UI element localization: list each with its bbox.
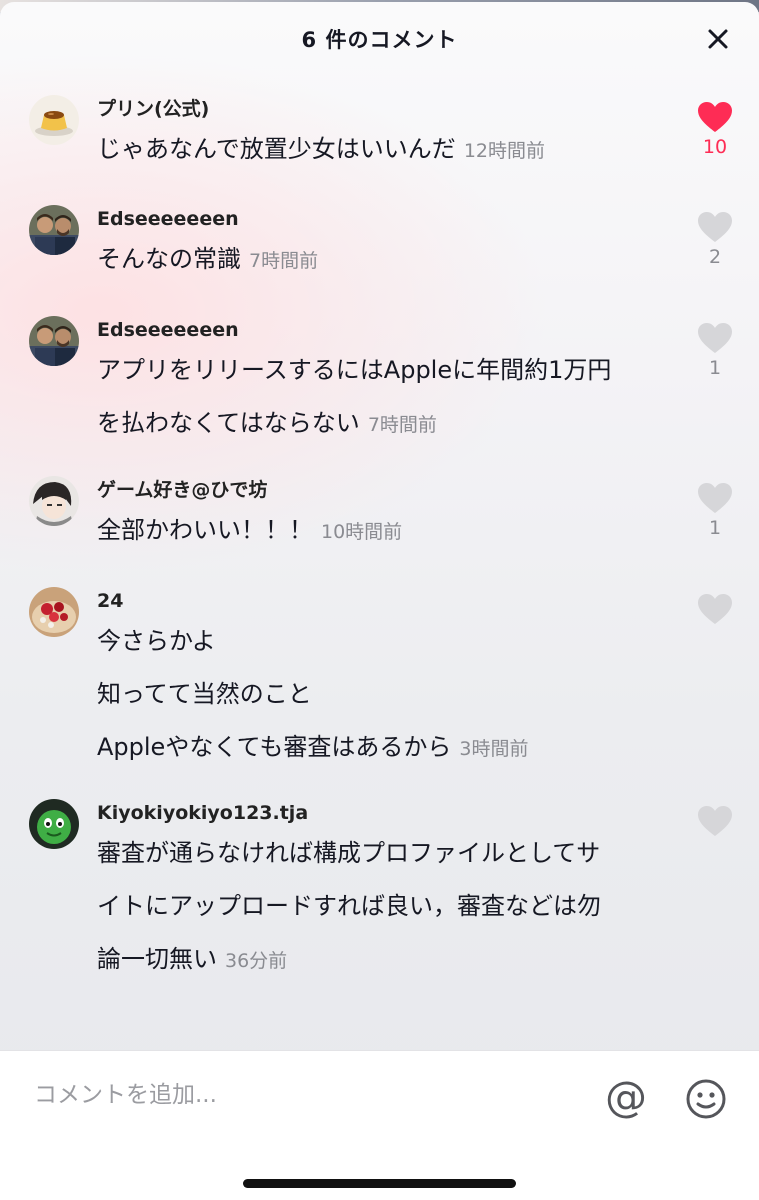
avatar-anime[interactable] xyxy=(29,476,79,526)
home-indicator[interactable] xyxy=(243,1179,516,1188)
close-button[interactable] xyxy=(703,24,733,54)
comment-time: 7時間前 xyxy=(249,250,319,272)
like-button[interactable] xyxy=(693,593,737,628)
close-icon xyxy=(708,29,728,49)
comments-count-title: 6 件のコメント xyxy=(301,28,458,52)
comment-text: 今さらかよ 知ってて当然のこと Appleやなくても審査はあるから 3時間前 xyxy=(97,615,677,776)
smiley-face-icon xyxy=(686,1079,726,1119)
avatar-two-men[interactable] xyxy=(29,316,79,366)
comments-header: 6 件のコメント xyxy=(0,2,759,76)
comment-line: 論一切無い 36分前 xyxy=(97,945,288,973)
avatar-dessert[interactable] xyxy=(29,587,79,637)
avatar-pudding[interactable] xyxy=(29,95,79,145)
comment-username[interactable]: Edseeeeeeen xyxy=(97,316,677,344)
anime-character-avatar-icon xyxy=(29,476,79,526)
like-button[interactable] xyxy=(693,805,737,840)
comments-sheet: 6 件のコメント プリン(公式) じゃあなんで放置少女はいいんだ 12時間前 1… xyxy=(0,2,759,1200)
like-count: 1 xyxy=(708,357,722,379)
heart-outline-icon xyxy=(698,212,732,242)
two-men-avatar-icon xyxy=(29,316,79,366)
comment-time: 10時間前 xyxy=(321,521,403,543)
avatar-green-character[interactable] xyxy=(29,799,79,849)
comment-line: 知ってて当然のこと xyxy=(97,680,312,708)
pudding-avatar-icon xyxy=(29,95,79,145)
like-button[interactable]: 10 xyxy=(693,101,737,158)
dessert-avatar-icon xyxy=(29,587,79,637)
comment-input-bar: @ xyxy=(0,1050,759,1200)
heart-filled-icon xyxy=(698,102,732,132)
comment-username[interactable]: 24 xyxy=(97,587,677,615)
like-count: 10 xyxy=(702,136,728,158)
comment-time: 3時間前 xyxy=(459,738,529,760)
comment-line: アプリをリリースするにはAppleに年間約1万円 xyxy=(97,356,612,384)
comment-line: 今さらかよ xyxy=(97,627,216,655)
comment-time: 7時間前 xyxy=(367,414,437,436)
comment-text: アプリをリリースするにはAppleに年間約1万円 を払わなくてはならない 7時間前 xyxy=(97,344,677,452)
green-character-avatar-icon xyxy=(29,799,79,849)
at-mention-icon: @ xyxy=(605,1072,647,1121)
comment-username[interactable]: ゲーム好き@ひで坊 xyxy=(97,476,677,504)
like-button[interactable]: 1 xyxy=(693,322,737,379)
emoji-button[interactable] xyxy=(684,1077,728,1121)
comment-line: 審査が通らなければ構成プロファイルとしてサ xyxy=(97,839,601,867)
comment-text: 審査が通らなければ構成プロファイルとしてサ イトにアップロードすれば良い，審査な… xyxy=(97,827,677,988)
comment-time: 12時間前 xyxy=(463,140,545,162)
heart-outline-icon xyxy=(698,483,732,513)
comment-line: 全部かわいい！！！ 10時間前 xyxy=(97,516,403,544)
like-button[interactable]: 1 xyxy=(693,482,737,539)
comment-line: そんなの常識 7時間前 xyxy=(97,245,319,273)
heart-outline-icon xyxy=(698,594,732,624)
comment-text: そんなの常識 7時間前 xyxy=(97,233,677,288)
comment-username[interactable]: Edseeeeeeen xyxy=(97,205,677,233)
comment-text: 全部かわいい！！！ 10時間前 xyxy=(97,504,677,559)
comment-line: じゃあなんで放置少女はいいんだ 12時間前 xyxy=(97,135,545,163)
comment-line: Appleやなくても審査はあるから 3時間前 xyxy=(97,733,529,761)
two-men-avatar-icon xyxy=(29,205,79,255)
avatar-two-men[interactable] xyxy=(29,205,79,255)
like-button[interactable]: 2 xyxy=(693,211,737,268)
comment-username[interactable]: プリン(公式) xyxy=(97,95,677,123)
mention-button[interactable]: @ xyxy=(602,1073,650,1121)
add-comment-input[interactable] xyxy=(34,1077,554,1113)
comment-line: イトにアップロードすれば良い，審査などは勿 xyxy=(97,892,601,920)
comment-line: を払わなくてはならない 7時間前 xyxy=(97,409,437,437)
heart-outline-icon xyxy=(698,806,732,836)
comment-text: じゃあなんで放置少女はいいんだ 12時間前 xyxy=(97,123,677,178)
comment-username[interactable]: Kiyokiyokiyo123.tja xyxy=(97,799,677,827)
like-count: 2 xyxy=(708,246,722,268)
comment-time: 36分前 xyxy=(225,950,288,972)
like-count: 1 xyxy=(708,517,722,539)
heart-outline-icon xyxy=(698,323,732,353)
